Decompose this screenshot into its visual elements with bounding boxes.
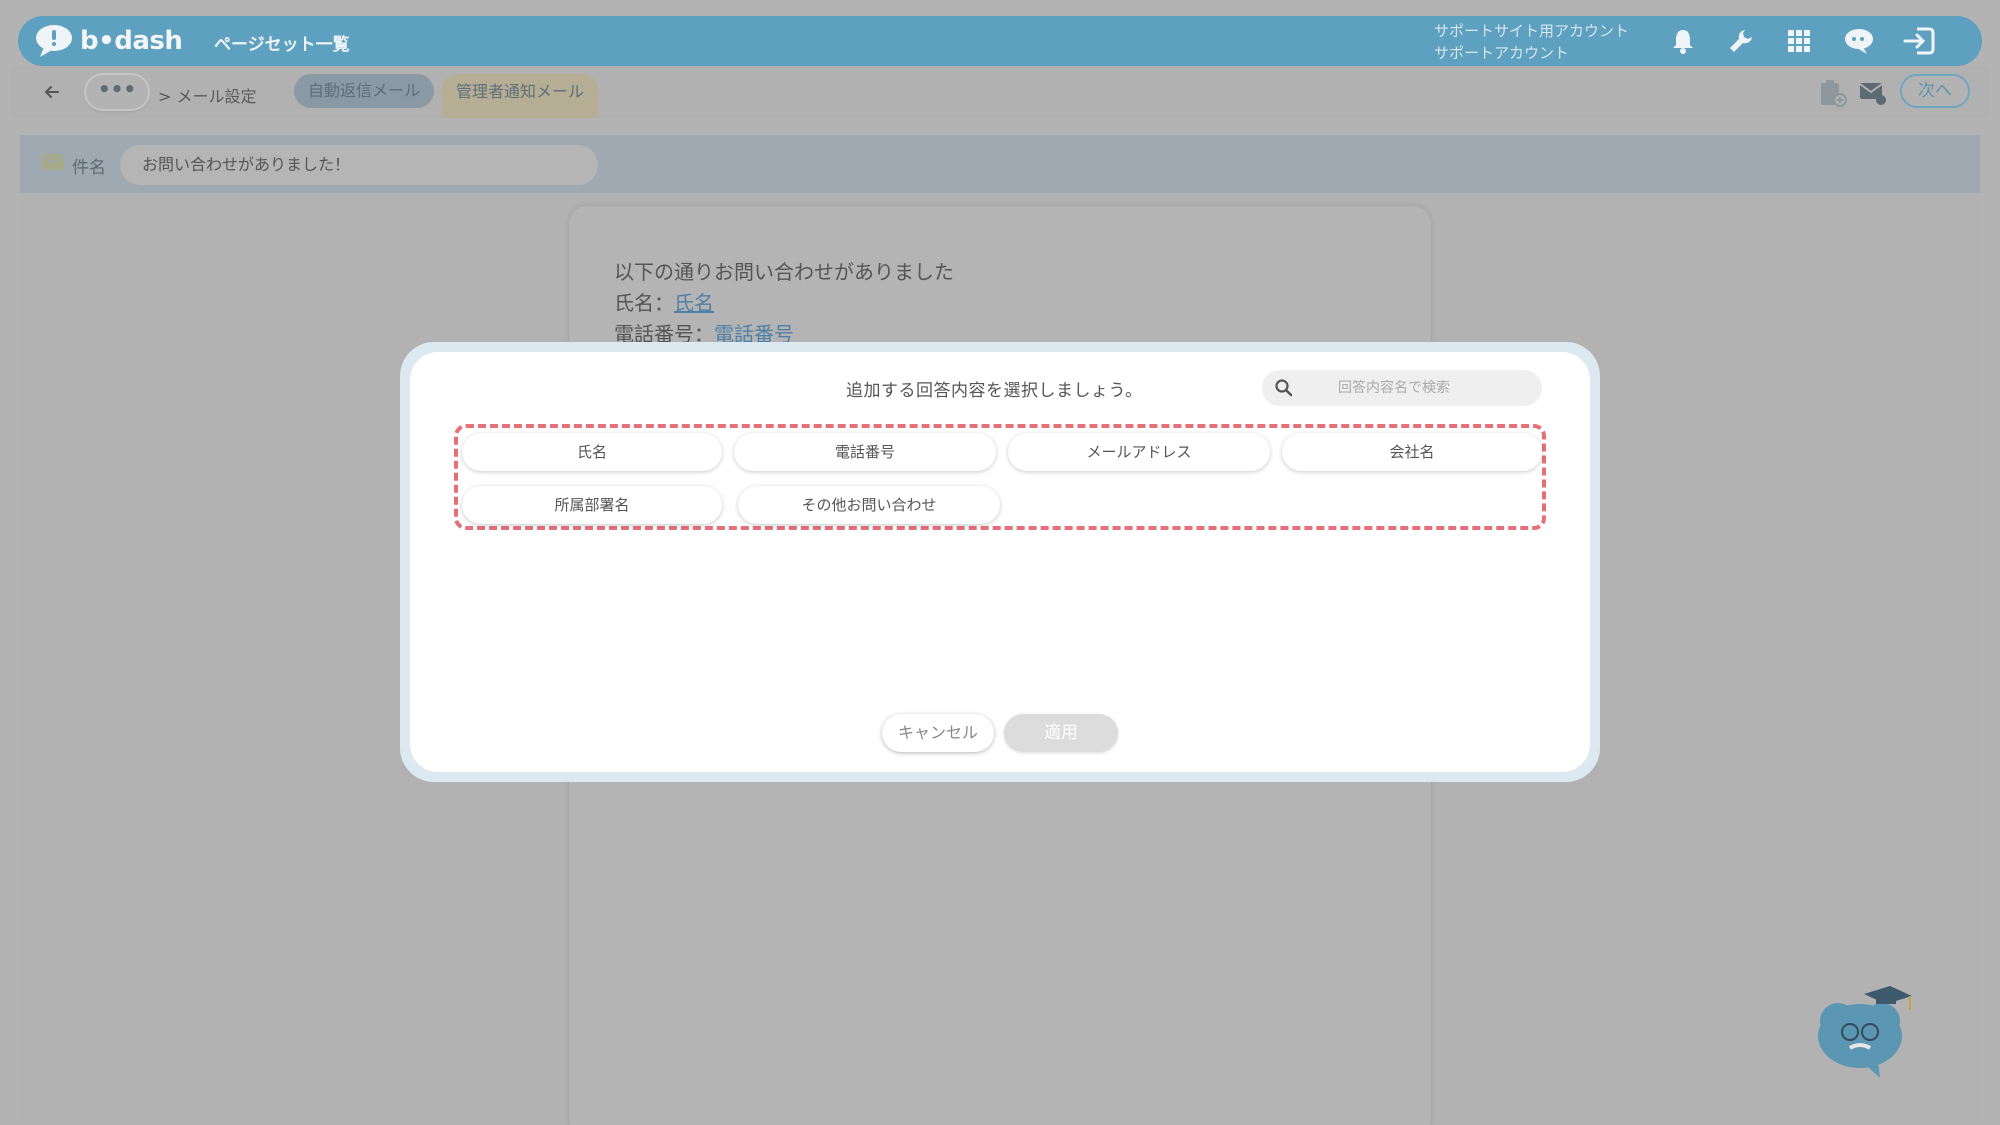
tab-auto-reply-mail[interactable]: 自動返信メール: [294, 74, 435, 108]
tag-name[interactable]: 氏名: [674, 291, 714, 315]
page-title[interactable]: ページセット一覧: [214, 30, 350, 55]
option-chip[interactable]: 電話番号: [734, 433, 996, 471]
subject-input[interactable]: お問い合わせがありました！: [120, 145, 598, 185]
logo-text: b•dash: [80, 26, 183, 56]
answer-select-dialog: 追加する回答内容を選択しましょう。 氏名 電話番号 メールアドレス 会社名 所属…: [410, 352, 1590, 772]
more-button[interactable]: •••: [86, 75, 148, 109]
grid-icon[interactable]: [1782, 24, 1816, 58]
option-chip[interactable]: その他お問い合わせ: [738, 486, 1000, 524]
body-line-name-prefix: 氏名：: [614, 291, 674, 315]
chat-icon[interactable]: [1842, 24, 1876, 58]
logout-icon[interactable]: [1902, 24, 1936, 58]
top-header-bar: b•dash ページセット一覧 サポートサイト用アカウント サポートアカウント: [18, 16, 1982, 66]
bell-icon[interactable]: [1666, 24, 1700, 58]
apply-button[interactable]: 適用: [1004, 714, 1118, 752]
subject-label: 件名: [72, 158, 106, 178]
mail-icon: [41, 154, 65, 170]
account-line-2: サポートアカウント: [1434, 44, 1570, 62]
dialog-title: 追加する回答内容を選択しましょう。: [846, 381, 1143, 401]
breadcrumb[interactable]: > メール設定: [158, 83, 257, 107]
tab-admin-notification-mail[interactable]: 管理者通知メール: [442, 74, 599, 118]
option-chip[interactable]: メールアドレス: [1008, 433, 1270, 471]
back-arrow-icon[interactable]: [40, 80, 64, 104]
body-line-intro: 以下の通りお問い合わせがありました: [614, 260, 954, 284]
search-input[interactable]: [1312, 370, 1522, 406]
option-chip[interactable]: 会社名: [1282, 433, 1542, 471]
option-chip[interactable]: 所属部署名: [462, 486, 722, 524]
account-name[interactable]: サポートサイト用アカウント サポートアカウント: [1434, 20, 1629, 64]
subject-bar: 件名 お問い合わせがありました！: [20, 135, 1980, 193]
mail-settings-icon[interactable]: [1858, 78, 1888, 108]
next-button[interactable]: 次へ: [1900, 74, 1970, 108]
option-chip[interactable]: 氏名: [462, 433, 722, 471]
cancel-button[interactable]: キャンセル: [882, 714, 994, 752]
search-icon: [1275, 379, 1293, 397]
search-box[interactable]: [1262, 370, 1542, 406]
wrench-icon[interactable]: [1724, 24, 1758, 58]
nav-row: ••• > メール設定 自動返信メール 管理者通知メール 次へ: [10, 66, 1990, 118]
account-line-1: サポートサイト用アカウント: [1434, 22, 1630, 40]
mascot-helper-icon[interactable]: [1810, 976, 1920, 1081]
clipboard-icon[interactable]: [1818, 78, 1848, 108]
logo[interactable]: b•dash: [34, 23, 183, 59]
body-line-name: 氏名：氏名: [614, 287, 714, 316]
logo-bubble-icon: [36, 25, 72, 57]
